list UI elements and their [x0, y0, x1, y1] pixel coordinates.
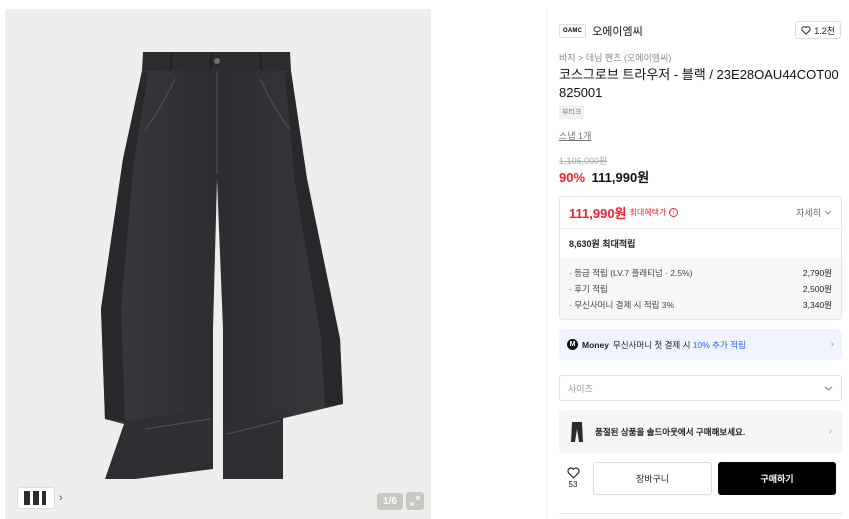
- price-row: 90% 111,990원: [559, 167, 649, 186]
- benefit-line: · 무신사머니 결제 시 적립 3% 3,340원: [569, 297, 832, 313]
- discount-rate: 90%: [559, 170, 586, 185]
- thumbnail-image[interactable]: [17, 487, 55, 509]
- size-select-placeholder: 사이즈: [568, 383, 593, 394]
- size-select[interactable]: 사이즈: [559, 375, 842, 401]
- money-promo-prefix: 무신사머니 첫 결제 시: [612, 339, 693, 350]
- benefit-line-label: · 등급 적립 (LV.7 플래티넘 · 2.5%): [569, 268, 693, 278]
- brand-row[interactable]: OAMC 오에이엠씨: [559, 23, 643, 39]
- add-to-cart-button[interactable]: 장바구니: [593, 461, 712, 495]
- brand-name[interactable]: 오에이엠씨: [592, 23, 643, 39]
- purchase-bar: 53 장바구니 구매하기: [559, 461, 842, 495]
- original-price: 1,106,000원: [559, 156, 608, 166]
- soldout-banner-text: 품절된 상품을 솔드아웃에서 구매해보세요.: [595, 426, 746, 437]
- jeans-icon: [571, 421, 583, 442]
- brand-logo[interactable]: OAMC: [559, 24, 587, 38]
- image-counter: 1/6: [377, 493, 403, 510]
- product-image: [101, 52, 343, 479]
- sale-price: 111,990원: [591, 170, 650, 185]
- info-icon[interactable]: i: [669, 208, 679, 217]
- benefit-line: · 후기 적립 2,500원: [569, 281, 832, 297]
- brand-like-button[interactable]: 1.2천: [795, 21, 841, 39]
- max-benefit-price: 111,990원: [569, 206, 627, 221]
- benefit-breakdown: · 등급 적립 (LV.7 플래티넘 · 2.5%) 2,790원 · 후기 적…: [560, 258, 841, 319]
- money-promo-banner[interactable]: M Money 무신사머니 첫 결제 시 10% 추가 적립 ›: [559, 329, 842, 360]
- benefit-line-label: · 후기 적립: [569, 284, 608, 294]
- heart-icon: [801, 25, 811, 35]
- soldout-banner[interactable]: 품절된 상품을 솔드아웃에서 구매해보세요. ›: [559, 410, 842, 453]
- divider: [559, 513, 842, 514]
- max-points: 8,630원 최대적립: [569, 239, 636, 249]
- product-like-button[interactable]: 53: [559, 467, 587, 489]
- detail-toggle[interactable]: 자세히: [796, 206, 832, 219]
- money-logo-icon: M: [567, 339, 578, 350]
- benefit-header[interactable]: 111,990원 최대혜택가 i 자세히: [560, 197, 841, 229]
- buy-now-button[interactable]: 구매하기: [718, 461, 836, 495]
- benefit-line-amount: 3,340원: [802, 300, 832, 310]
- detail-toggle-label: 자세히: [796, 208, 821, 218]
- expand-image-button[interactable]: [406, 492, 424, 510]
- benefit-line-label: · 무신사머니 결제 시 적립 3%: [569, 300, 675, 310]
- expand-icon: [410, 496, 420, 506]
- chevron-right-icon: ›: [830, 339, 834, 350]
- chevron-right-icon: ›: [828, 426, 832, 437]
- jeans-thumbnail-icon: [24, 491, 46, 505]
- breadcrumb[interactable]: 바지 > 데님 팬츠 (오에이엠씨): [559, 51, 671, 64]
- product-like-count: 53: [568, 480, 578, 489]
- product-info-panel: OAMC 오에이엠씨 1.2천 바지 > 데님 팬츠 (오에이엠씨) 코스그로브…: [546, 9, 849, 519]
- heart-icon: [566, 467, 580, 479]
- chevron-down-icon: [824, 386, 833, 391]
- brand-like-count: 1.2천: [814, 25, 835, 36]
- thumbnail-strip[interactable]: ›: [17, 487, 63, 509]
- thumbnail-next-icon[interactable]: ›: [59, 492, 63, 504]
- chevron-down-icon: [824, 210, 832, 215]
- money-promo-highlight: 10% 추가 적립: [692, 339, 746, 350]
- benefit-box: 111,990원 최대혜택가 i 자세히 8,630원 최대적립 · 등급 적립…: [559, 196, 842, 320]
- max-benefit-label: 최대혜택가: [629, 208, 667, 217]
- money-promo-text: 무신사머니 첫 결제 시 10% 추가 적립: [613, 339, 746, 351]
- money-brand: Money: [582, 339, 609, 350]
- boutique-badge: 부티크: [559, 105, 585, 119]
- snap-link[interactable]: 스냅 1개: [559, 129, 591, 142]
- product-gallery[interactable]: › 1/6: [5, 9, 431, 519]
- benefit-line-amount: 2,500원: [802, 284, 832, 294]
- product-title: 코스그로브 트라우저 - 블랙 / 23E28OAU44COT00825001: [559, 67, 839, 100]
- benefit-line-amount: 2,790원: [802, 268, 832, 278]
- benefit-line: · 등급 적립 (LV.7 플래티넘 · 2.5%) 2,790원: [569, 265, 832, 281]
